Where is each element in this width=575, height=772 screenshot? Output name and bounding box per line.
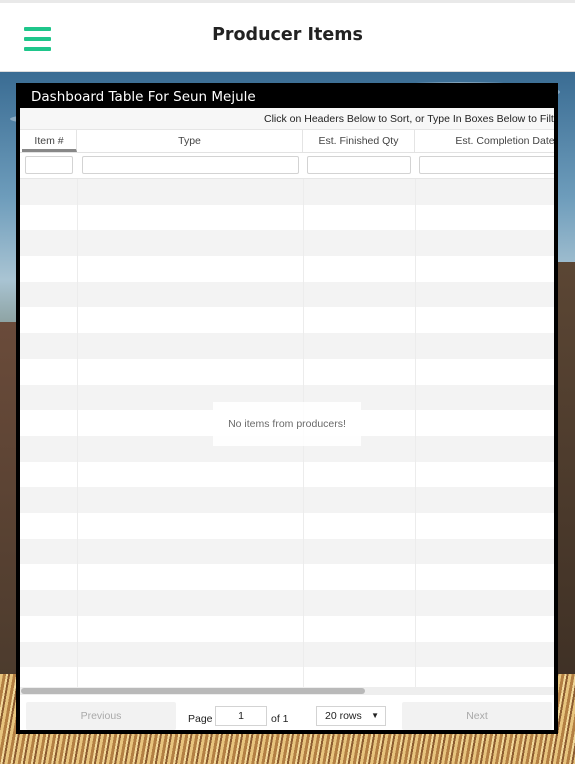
page-title: Producer Items (212, 25, 363, 45)
column-header-est-completion-date[interactable]: Est. Completion Date (415, 130, 554, 152)
page-count-label: of 1 (271, 713, 289, 725)
filter-est-finished-qty-input[interactable] (307, 156, 411, 174)
chevron-down-icon: ▼ (371, 711, 379, 720)
table-row (20, 281, 554, 308)
column-header-est-finished-qty[interactable]: Est. Finished Qty (303, 130, 415, 152)
filter-est-completion-date-input[interactable] (419, 156, 554, 174)
column-divider (77, 179, 78, 696)
table-row (20, 204, 554, 231)
table-row (20, 538, 554, 565)
table-row (20, 256, 554, 282)
next-button[interactable]: Next (402, 702, 552, 730)
page-number-input[interactable]: 1 (215, 706, 267, 726)
table-row (20, 461, 554, 488)
scrollbar-thumb[interactable] (21, 688, 365, 694)
empty-table-message: No items from producers! (213, 402, 361, 446)
filter-type-input[interactable] (82, 156, 299, 174)
table-row (20, 307, 554, 334)
table-row (20, 333, 554, 359)
table-body: No items from producers! (20, 179, 554, 696)
table-row (20, 590, 554, 616)
filter-item-number-input[interactable] (25, 156, 73, 174)
bottom-edge (0, 764, 575, 772)
rows-per-page-select[interactable]: 20 rows ▼ (316, 706, 386, 726)
column-header-item-number[interactable]: Item # (22, 130, 77, 152)
table-header-row: Item # Type Est. Finished Qty Est. Compl… (20, 130, 554, 153)
column-divider (415, 179, 416, 696)
horizontal-scrollbar[interactable] (20, 687, 554, 695)
column-header-type[interactable]: Type (77, 130, 303, 152)
table-row (20, 230, 554, 257)
panel-title: Dashboard Table For Seun Mejule (20, 87, 554, 108)
table-row (20, 358, 554, 385)
table-row (20, 564, 554, 591)
table-row (20, 615, 554, 642)
table-row (20, 513, 554, 539)
filter-row (20, 153, 554, 179)
table-row (20, 641, 554, 668)
previous-button[interactable]: Previous (26, 702, 176, 730)
page-label: Page (188, 713, 213, 725)
pagination-bar: Previous Page 1 of 1 20 rows ▼ Next (20, 695, 554, 730)
dashboard-panel: Dashboard Table For Seun Mejule Click on… (16, 83, 558, 734)
table-row (20, 179, 554, 205)
table-row (20, 487, 554, 514)
table-instructions: Click on Headers Below to Sort, or Type … (20, 108, 554, 130)
rows-per-page-value: 20 rows (325, 710, 362, 722)
app-header: Producer Items (0, 3, 575, 72)
